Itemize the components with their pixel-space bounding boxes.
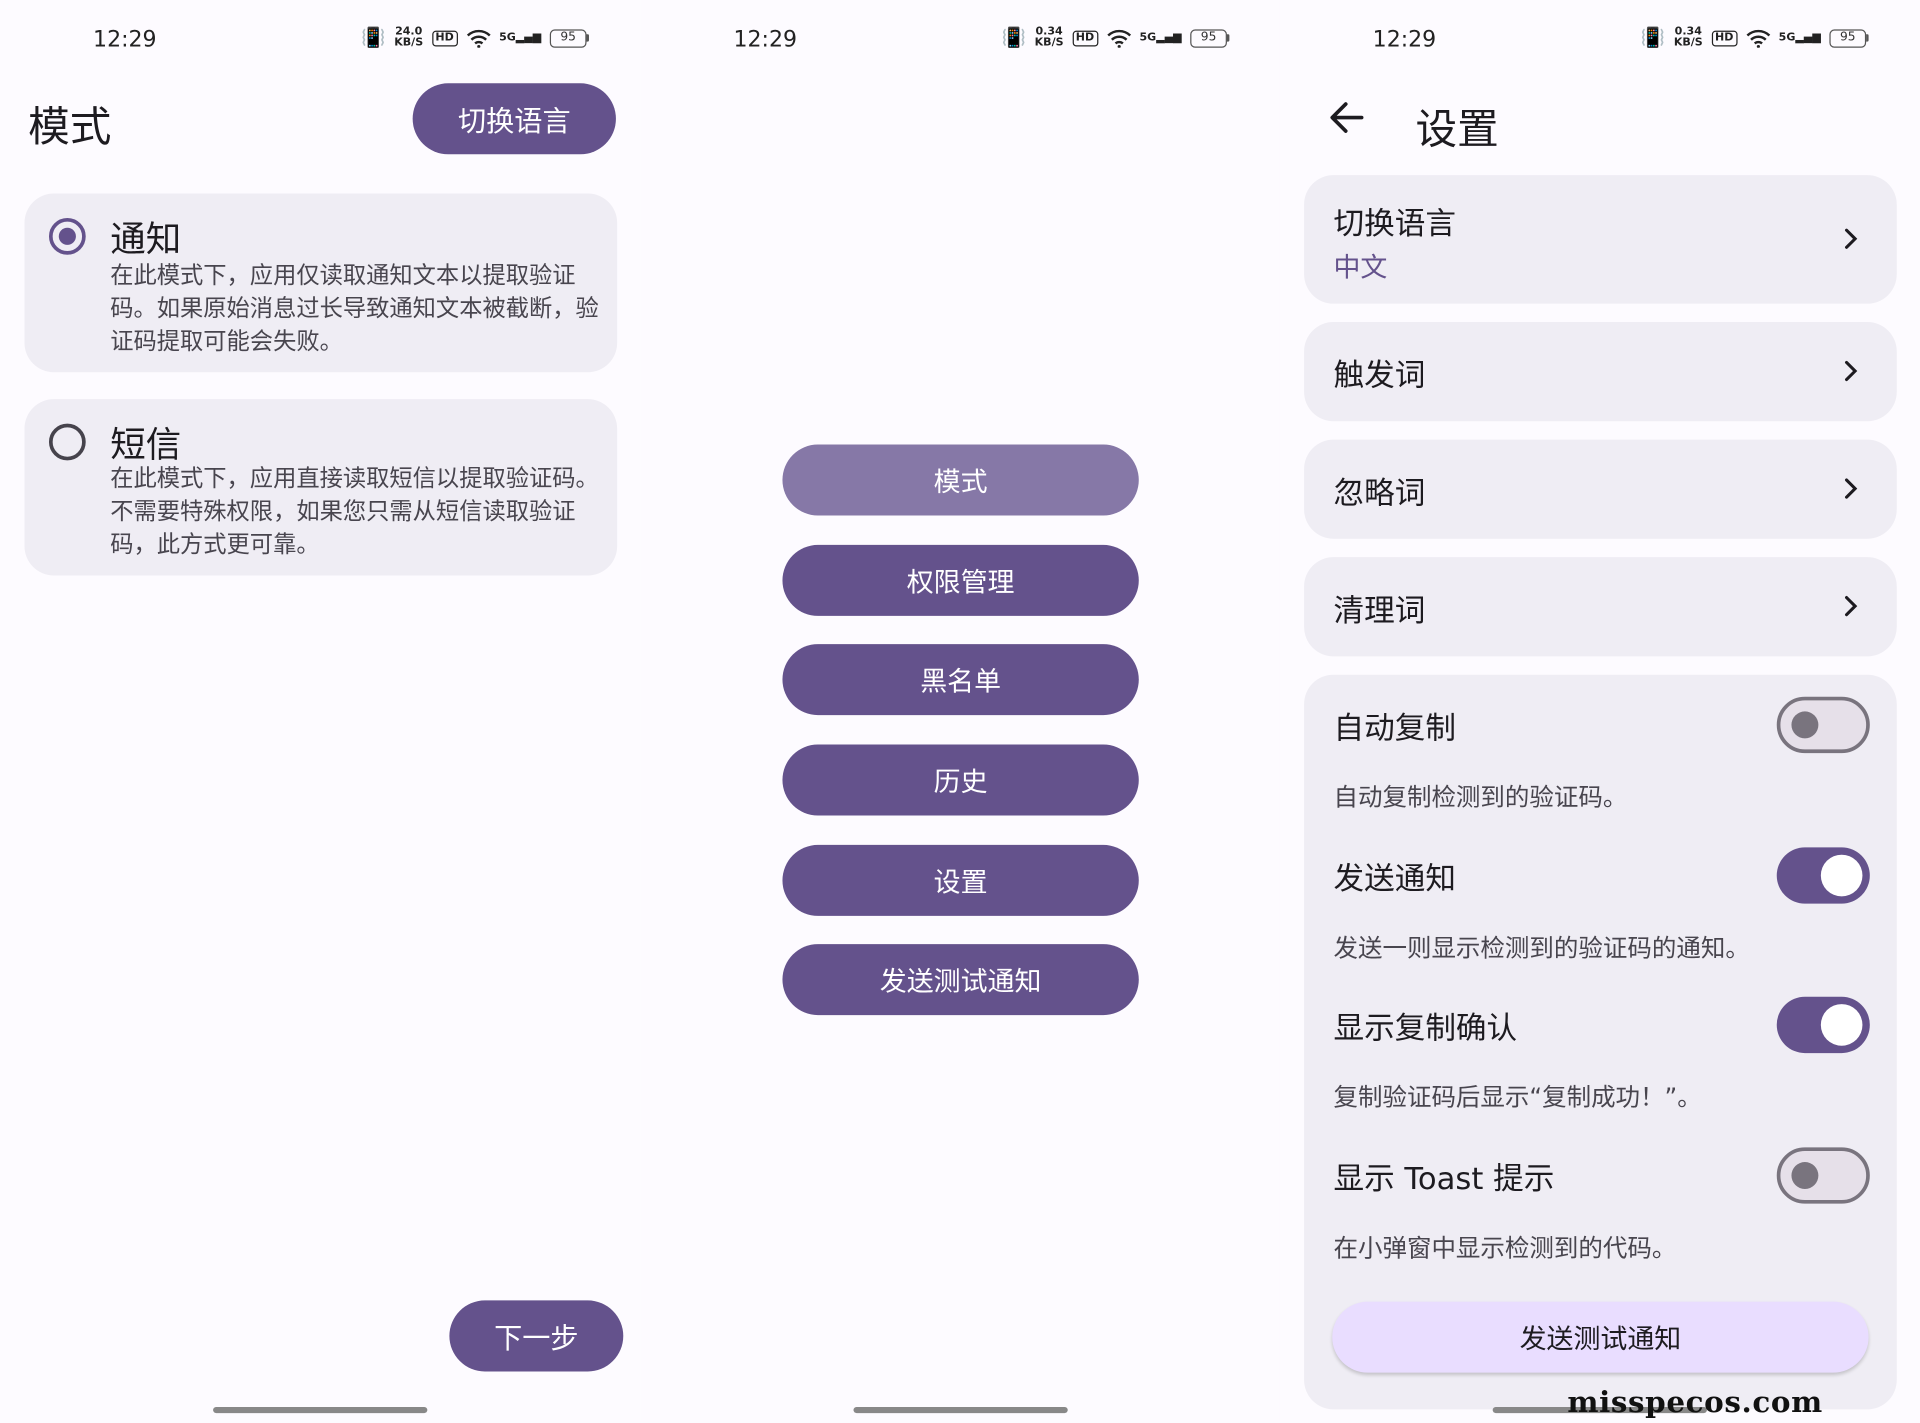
settings-item-label: 触发词 xyxy=(1333,357,1426,394)
wifi-icon xyxy=(466,29,491,48)
toast-switch[interactable] xyxy=(1776,1147,1870,1204)
settings-item-language[interactable]: 切换语言 中文 xyxy=(1304,175,1897,304)
signal-icon: 5G▂▄▆ xyxy=(1139,31,1182,45)
vibrate-icon: 📳 xyxy=(361,25,386,49)
toggle-settings-card: 自动复制 自动复制检测到的验证码。 发送通知 发送一则显示检测到的验证码的通知。… xyxy=(1304,674,1897,1410)
mode-screen: 12:29 📳 24.0 KB/S HD 5G▂▄▆ 95 模式 切换语言 通知 … xyxy=(0,0,641,1422)
toggle-title: 发送通知 xyxy=(1333,860,1456,897)
next-button[interactable]: 下一步 xyxy=(449,1300,624,1372)
page-title: 模式 xyxy=(28,102,112,152)
toggle-title: 显示复制确认 xyxy=(1333,1010,1518,1046)
settings-item-trigger-words[interactable]: 触发词 xyxy=(1304,322,1897,422)
watermark: misspecos.com xyxy=(1567,1383,1823,1420)
status-time: 12:29 xyxy=(733,26,797,53)
battery-icon: 95 xyxy=(1190,28,1230,48)
toggle-desc: 发送一则显示检测到的验证码的通知。 xyxy=(1333,933,1750,963)
chevron-right-icon xyxy=(1845,596,1858,617)
vibrate-icon: 📳 xyxy=(1001,25,1027,49)
status-time: 12:29 xyxy=(1372,26,1437,53)
menu-blacklist-button[interactable]: 黑名单 xyxy=(782,644,1139,716)
toggle-desc: 在小弹窗中显示检测到的代码。 xyxy=(1333,1233,1677,1263)
settings-item-value: 中文 xyxy=(1333,253,1388,285)
radio-selected-icon[interactable] xyxy=(48,217,86,255)
settings-item-ignore-words[interactable]: 忽略词 xyxy=(1304,439,1897,539)
status-time: 12:29 xyxy=(93,26,157,53)
settings-item-clean-words[interactable]: 清理词 xyxy=(1304,557,1897,657)
send-test-notification-button[interactable]: 发送测试通知 xyxy=(1332,1301,1869,1373)
mode-option-sms[interactable]: 短信 在此模式下，应用直接读取短信以提取验证码。不需要特殊权限，如果您只需从短信… xyxy=(24,399,618,576)
settings-screen: 12:29 📳 0.34 KB/S HD 5G▂▄▆ 95 设置 切换语言 中文 … xyxy=(1279,0,1920,1422)
settings-item-label: 清理词 xyxy=(1333,592,1426,629)
battery-icon: 95 xyxy=(549,28,589,48)
mode-option-title: 通知 xyxy=(110,217,182,260)
page-title: 设置 xyxy=(1415,105,1499,155)
chevron-right-icon xyxy=(1845,478,1858,499)
hd-icon: HD xyxy=(1072,30,1098,46)
chevron-right-icon xyxy=(1845,228,1858,249)
net-speed: 0.34 KB/S xyxy=(1673,25,1703,49)
signal-icon: 5G▂▄▆ xyxy=(499,31,542,45)
gesture-bar[interactable] xyxy=(853,1406,1068,1414)
menu-settings-button[interactable]: 设置 xyxy=(782,844,1139,916)
status-bar: 12:29 📳 0.34 KB/S HD 5G▂▄▆ 95 xyxy=(640,0,1280,81)
toggle-desc: 复制验证码后显示“复制成功！”。 xyxy=(1333,1082,1702,1112)
copy-confirmation-switch[interactable] xyxy=(1776,996,1870,1054)
toggle-title: 自动复制 xyxy=(1333,710,1456,746)
mode-option-desc: 在此模式下，应用直接读取短信以提取验证码。不需要特殊权限，如果您只需从短信读取验… xyxy=(110,465,599,559)
net-speed: 24.0 KB/S xyxy=(394,25,424,49)
vibrate-icon: 📳 xyxy=(1640,25,1666,49)
mode-option-desc: 在此模式下，应用仅读取通知文本以提取验证码。如果原始消息过长导致通知文本被截断，… xyxy=(110,262,599,356)
menu-test-notification-button[interactable]: 发送测试通知 xyxy=(782,944,1139,1016)
menu-screen: 12:29 📳 0.34 KB/S HD 5G▂▄▆ 95 模式 权限管理 黑名单… xyxy=(640,0,1281,1422)
switch-language-button[interactable]: 切换语言 xyxy=(412,83,616,155)
auto-copy-switch[interactable] xyxy=(1776,696,1870,754)
settings-item-label: 忽略词 xyxy=(1333,475,1426,511)
status-bar: 12:29 📳 0.34 KB/S HD 5G▂▄▆ 95 xyxy=(1280,0,1920,81)
mode-option-notification[interactable]: 通知 在此模式下，应用仅读取通知文本以提取验证码。如果原始消息过长导致通知文本被… xyxy=(24,193,618,373)
signal-icon: 5G▂▄▆ xyxy=(1778,31,1821,45)
menu-history-button[interactable]: 历史 xyxy=(782,744,1139,816)
toggle-title: 显示 Toast 提示 xyxy=(1333,1160,1555,1197)
wifi-icon xyxy=(1745,29,1770,48)
toggle-desc: 自动复制检测到的验证码。 xyxy=(1333,782,1628,812)
hd-icon: HD xyxy=(431,30,458,46)
battery-icon: 95 xyxy=(1829,28,1869,48)
menu-mode-button[interactable]: 模式 xyxy=(782,444,1139,516)
gesture-bar[interactable] xyxy=(213,1406,428,1414)
back-arrow-icon[interactable] xyxy=(1329,98,1366,137)
send-notification-switch[interactable] xyxy=(1776,847,1870,904)
net-speed: 0.34 KB/S xyxy=(1034,25,1064,49)
chevron-right-icon xyxy=(1845,360,1858,382)
settings-item-label: 切换语言 xyxy=(1333,205,1456,242)
radio-unselected-icon[interactable] xyxy=(48,423,86,461)
wifi-icon xyxy=(1106,29,1131,48)
mode-option-title: 短信 xyxy=(110,423,182,466)
hd-icon: HD xyxy=(1711,30,1738,46)
menu-permissions-button[interactable]: 权限管理 xyxy=(782,544,1139,616)
status-bar: 12:29 📳 24.0 KB/S HD 5G▂▄▆ 95 xyxy=(0,0,640,81)
